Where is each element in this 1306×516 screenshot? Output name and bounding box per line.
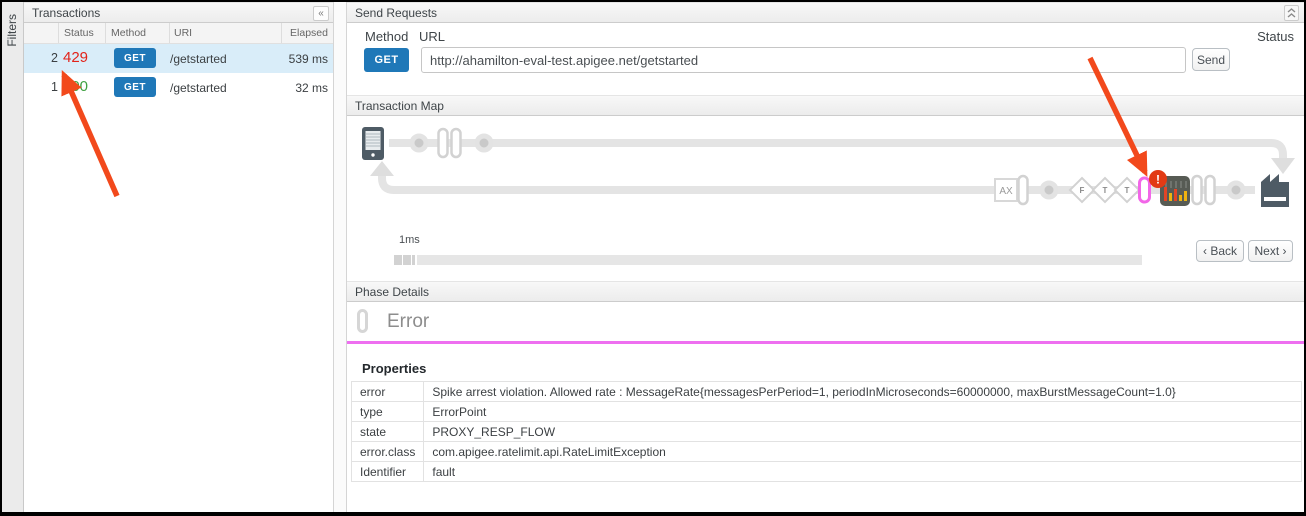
diamond-letter: T [1125,186,1130,195]
phase-step-capsule-icon [357,309,368,333]
flow-capsule-step[interactable] [452,129,461,157]
property-value: Spike arrest violation. Allowed rate : M… [424,382,1302,402]
table-row: type ErrorPoint [352,402,1302,422]
property-value: PROXY_RESP_FLOW [424,422,1302,442]
col-uri[interactable]: URI [174,27,192,39]
row-elapsed: 539 ms [289,52,328,66]
properties-section: Properties error Spike arrest violation.… [347,348,1304,512]
timeline-segment[interactable] [403,255,411,265]
property-value: com.apigee.ratelimit.api.RateLimitExcept… [424,442,1302,462]
send-requests-panel: Send Requests Method URL Status GET Send… [347,2,1304,512]
send-button[interactable]: Send [1192,48,1230,71]
collapse-panel-up-icon[interactable] [1284,5,1299,21]
flow-step-dot[interactable] [477,136,491,150]
flow-capsule-step[interactable] [1193,176,1202,204]
property-value: ErrorPoint [424,402,1302,422]
table-row[interactable]: 1 200 GET /getstarted 32 ms [24,73,333,102]
panel-splitter[interactable] [333,2,347,512]
back-button[interactable]: ‹ Back [1196,240,1244,262]
flow-step-dot[interactable] [1229,183,1243,197]
phase-details-header: Phase Details [347,281,1304,302]
row-index: 2 [24,51,58,65]
selected-error-step-capsule[interactable] [1140,178,1150,202]
status-code: 200 [63,78,88,95]
trace-tool-window: Filters Transactions « Status Method URI… [0,0,1306,516]
method-select-button[interactable]: GET [364,48,409,72]
row-index: 1 [24,80,58,94]
table-row: error.class com.apigee.ratelimit.api.Rat… [352,442,1302,462]
table-row: error Spike arrest violation. Allowed ra… [352,382,1302,402]
property-key: type [352,402,424,422]
transaction-map-title: Transaction Map [355,99,444,113]
row-elapsed: 32 ms [295,81,328,95]
status-label: Status [1257,29,1294,44]
phase-details-title: Phase Details [355,285,429,299]
col-status[interactable]: Status [64,27,94,39]
timeline-segment[interactable] [412,255,415,265]
method-badge: GET [114,77,156,97]
flow-step-dot[interactable] [1042,183,1056,197]
property-key: Identifier [352,462,424,482]
send-requests-header: Send Requests [347,2,1304,23]
flow-capsule-step[interactable] [1206,176,1215,204]
transactions-column-headers: Status Method URI Elapsed [24,23,333,44]
col-elapsed[interactable]: Elapsed [290,27,328,39]
response-arrowhead-icon [370,161,394,176]
diamond-letter: T [1103,186,1108,195]
ax-step-label: AX [999,186,1013,197]
timeline-duration-label: 1ms [399,234,420,246]
error-badge-icon: ! [1149,170,1167,188]
filters-strip[interactable]: Filters [2,2,24,512]
flow-capsule-step[interactable] [439,129,448,157]
url-input[interactable] [421,47,1186,73]
table-row[interactable]: 2 429 GET /getstarted 539 ms [24,44,333,73]
url-label: URL [419,29,445,44]
next-button[interactable]: Next › [1248,240,1293,262]
method-label: Method [365,29,408,44]
collapse-left-panel-icon[interactable]: « [313,6,329,21]
col-method[interactable]: Method [111,27,146,39]
property-key: state [352,422,424,442]
row-uri: /getstarted [170,81,227,95]
diamond-letter: F [1080,186,1085,195]
properties-title: Properties [362,361,426,376]
phase-details-body: Error [347,302,1304,344]
flow-step-dot[interactable] [412,136,426,150]
transaction-map-header: Transaction Map [347,95,1304,116]
transaction-map: AX F T T [347,116,1304,281]
client-device-icon[interactable] [362,127,384,160]
filters-tab-label[interactable]: Filters [5,14,19,47]
table-row: Identifier fault [352,462,1302,482]
method-badge: GET [114,48,156,68]
flow-capsule-step[interactable] [1019,176,1028,204]
error-badge-glyph: ! [1156,173,1160,187]
timeline-track[interactable] [417,255,1142,265]
transactions-header: Transactions « [24,2,333,23]
request-flow-line [389,143,1283,158]
properties-table: error Spike arrest violation. Allowed ra… [351,381,1302,482]
property-value: fault [424,462,1302,482]
table-row: state PROXY_RESP_FLOW [352,422,1302,442]
row-uri: /getstarted [170,52,227,66]
status-code: 429 [63,49,88,66]
phase-name: Error [387,311,429,333]
transactions-panel: Transactions « Status Method URI Elapsed… [24,2,333,512]
transactions-title: Transactions [32,6,100,20]
target-server-factory-icon[interactable] [1261,174,1289,207]
property-key: error.class [352,442,424,462]
timeline-segment[interactable] [394,255,402,265]
property-key: error [352,382,424,402]
request-arrowhead-icon [1271,158,1295,174]
send-requests-title: Send Requests [355,6,437,20]
